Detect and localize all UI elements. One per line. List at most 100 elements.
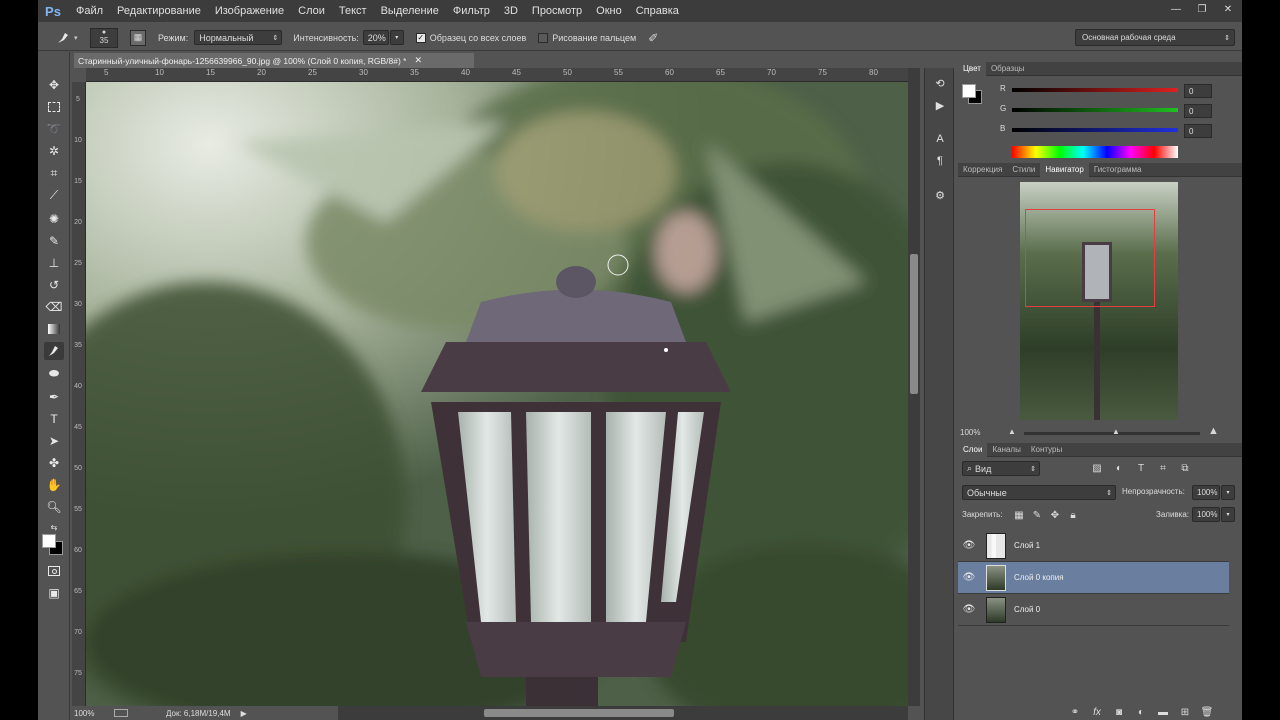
delete-layer-icon[interactable]: 🗑︎ xyxy=(1200,705,1214,719)
menu-select[interactable]: Выделение xyxy=(381,5,439,17)
zoom-out-icon[interactable]: ▲ xyxy=(1008,427,1016,436)
tab-styles[interactable]: Стили xyxy=(1007,163,1040,177)
menu-edit[interactable]: Редактирование xyxy=(117,5,201,17)
blue-slider[interactable] xyxy=(1012,128,1178,132)
restore-button[interactable]: ❐ xyxy=(1192,2,1212,16)
scroll-thumb[interactable] xyxy=(910,254,918,394)
link-layers-icon[interactable]: ⚭ xyxy=(1068,705,1082,719)
fill-input[interactable]: 100% xyxy=(1192,507,1220,522)
green-value[interactable]: 0 xyxy=(1184,104,1212,118)
navigator-thumbnail[interactable] xyxy=(1020,182,1178,420)
document-canvas[interactable] xyxy=(86,82,908,706)
adjustment-layer-icon[interactable]: ◐ xyxy=(1134,705,1148,719)
lock-image-icon[interactable]: ✎ xyxy=(1030,508,1044,522)
tab-adjustments[interactable]: Коррекция xyxy=(958,163,1007,177)
path-selection-tool-icon[interactable]: ➤ xyxy=(44,432,64,450)
horizontal-scrollbar[interactable] xyxy=(338,706,908,720)
red-value[interactable]: 0 xyxy=(1184,84,1212,98)
document-tab[interactable]: Старинный-уличный-фонарь-1256639966_90.j… xyxy=(74,53,474,68)
color-spectrum-bar[interactable] xyxy=(1012,146,1178,158)
scroll-thumb[interactable] xyxy=(484,709,674,717)
layer-row[interactable]: 👁︎ Слой 0 xyxy=(958,594,1229,626)
zoom-tool-icon[interactable]: 🔍︎ xyxy=(44,498,64,516)
tab-paths[interactable]: Контуры xyxy=(1026,443,1067,457)
expand-arrow-icon[interactable]: ▶ xyxy=(241,709,247,718)
gradient-tool-icon[interactable] xyxy=(44,320,64,338)
filter-smart-object-icon[interactable]: ⧉ xyxy=(1178,461,1192,475)
paragraph-icon[interactable]: ¶ xyxy=(930,152,950,170)
sample-all-layers-checkbox[interactable]: ✓ Образец со всех слоев xyxy=(415,32,526,43)
new-layer-icon[interactable]: ⊞ xyxy=(1178,705,1192,719)
tab-layers[interactable]: Слои xyxy=(958,442,988,457)
menu-layers[interactable]: Слои xyxy=(298,5,325,17)
tool-presets-icon[interactable]: ⚙ xyxy=(930,186,950,204)
opacity-dropdown-button[interactable]: ▾ xyxy=(1221,485,1235,500)
menu-window[interactable]: Окно xyxy=(596,5,622,17)
visibility-eye-icon[interactable]: 👁︎ xyxy=(958,540,980,551)
filter-pixel-icon[interactable]: ▨ xyxy=(1090,461,1104,475)
close-button[interactable]: ✕ xyxy=(1218,2,1238,16)
mode-select[interactable]: Нормальный ⇕ xyxy=(194,30,283,45)
strength-dropdown-button[interactable]: ▾ xyxy=(389,30,404,45)
pressure-icon[interactable]: ✐ xyxy=(648,31,658,45)
quick-mask-icon[interactable] xyxy=(44,562,64,580)
hand-tool-icon[interactable]: ✋ xyxy=(44,476,64,494)
crop-tool-icon[interactable]: ⌗ xyxy=(44,164,64,182)
marquee-tool-icon[interactable] xyxy=(44,98,64,116)
foreground-color-swatch[interactable] xyxy=(42,534,56,548)
character-icon[interactable]: A xyxy=(930,130,950,148)
smudge-tool-icon[interactable] xyxy=(44,342,64,360)
magic-wand-tool-icon[interactable]: ✲ xyxy=(44,142,64,160)
tab-navigator[interactable]: Навигатор xyxy=(1040,162,1089,177)
vertical-scrollbar[interactable] xyxy=(908,68,920,706)
lock-transparent-icon[interactable]: ▦ xyxy=(1012,508,1026,522)
history-icon[interactable]: ⟲ xyxy=(930,74,950,92)
tab-histogram[interactable]: Гистограмма xyxy=(1089,163,1147,177)
filter-type-icon[interactable]: T xyxy=(1134,461,1148,475)
menu-text[interactable]: Текст xyxy=(339,5,367,17)
menu-image[interactable]: Изображение xyxy=(215,5,284,17)
tab-color[interactable]: Цвет xyxy=(958,61,986,76)
lock-all-icon[interactable]: 🔒︎ xyxy=(1066,508,1080,522)
workspace-select[interactable]: Основная рабочая среда ⇕ xyxy=(1075,29,1235,46)
type-tool-icon[interactable]: T xyxy=(44,410,64,428)
opacity-input[interactable]: 100% xyxy=(1192,485,1220,500)
history-brush-tool-icon[interactable]: ↺ xyxy=(44,276,64,294)
eraser-tool-icon[interactable]: ⌫ xyxy=(44,298,64,316)
filter-adjustment-icon[interactable]: ◐ xyxy=(1112,461,1126,475)
actions-icon[interactable]: ▶ xyxy=(930,96,950,114)
layer-filter-select[interactable]: ⌕ Вид ⇕ xyxy=(962,461,1040,476)
strength-input[interactable]: 20% xyxy=(362,30,389,45)
lock-position-icon[interactable]: ✥ xyxy=(1048,508,1062,522)
tab-channels[interactable]: Каналы xyxy=(987,443,1025,457)
fill-dropdown-button[interactable]: ▾ xyxy=(1221,507,1235,522)
menu-file[interactable]: Файл xyxy=(76,5,103,17)
eyedropper-tool-icon[interactable]: ⟋ xyxy=(44,186,64,204)
layer-row[interactable]: 👁︎ Слой 0 копия xyxy=(958,562,1229,594)
screen-mode-icon[interactable]: ▣ xyxy=(44,584,64,602)
menu-filter[interactable]: Фильтр xyxy=(453,5,490,17)
move-tool-icon[interactable]: ✥ xyxy=(44,76,64,94)
brush-size-picker[interactable]: ● 35 xyxy=(90,27,118,48)
healing-brush-tool-icon[interactable]: ✺ xyxy=(44,210,64,228)
filter-shape-icon[interactable]: ⌗ xyxy=(1156,461,1170,475)
stamp-tool-icon[interactable]: ⊥ xyxy=(44,254,64,272)
smudge-tool-preset-icon[interactable]: ▾ xyxy=(56,31,80,45)
zoom-slider-thumb[interactable]: ▲ xyxy=(1112,427,1120,436)
visibility-eye-icon[interactable]: 👁︎ xyxy=(958,604,980,615)
blue-value[interactable]: 0 xyxy=(1184,124,1212,138)
visibility-eye-icon[interactable]: 👁︎ xyxy=(958,572,980,583)
color-fg-swatch[interactable] xyxy=(962,84,976,98)
new-group-icon[interactable]: ▬ xyxy=(1156,705,1170,719)
menu-help[interactable]: Справка xyxy=(636,5,679,17)
pen-tool-icon[interactable]: ✒ xyxy=(44,388,64,406)
close-tab-icon[interactable]: ✕ xyxy=(414,55,422,66)
layer-style-icon[interactable]: fx xyxy=(1090,705,1104,719)
shape-tool-icon[interactable]: ✤ xyxy=(44,454,64,472)
add-mask-icon[interactable]: ◙ xyxy=(1112,705,1126,719)
brush-panel-icon[interactable]: ▦ xyxy=(130,29,146,46)
green-slider[interactable] xyxy=(1012,108,1178,112)
tab-swatches[interactable]: Образцы xyxy=(986,62,1030,76)
lasso-tool-icon[interactable]: ➰ xyxy=(44,120,64,138)
zoom-in-icon[interactable]: ▲ xyxy=(1208,425,1219,437)
